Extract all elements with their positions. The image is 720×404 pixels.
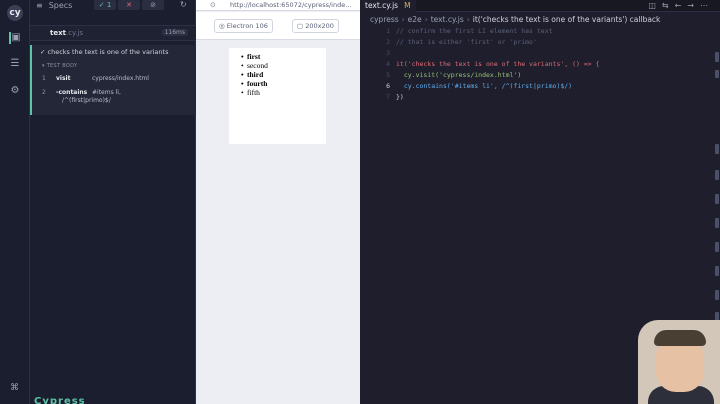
browser-toolbar: ◎ Electron 106 ▢ 200x200: [196, 12, 360, 40]
test-body-label: ▾ TEST BODY: [42, 63, 78, 69]
line-number: 4: [386, 60, 390, 68]
back-icon: ←: [674, 1, 688, 10]
passed-count-badge: ✓ 1: [94, 0, 116, 10]
code-line[interactable]: // confirm the first LI element has text: [396, 27, 553, 35]
command-arg-regex: /^(first|primo)$/: [62, 97, 111, 104]
code-editor: text.cy.js M ◫⇆←→⋯ cypress › e2e › text.cy.js…: [360, 0, 720, 404]
line-number: 6: [386, 82, 390, 90]
browser-selector[interactable]: ◎ Electron 106: [214, 19, 273, 33]
spec-file-row[interactable]: text.cy.js 116ms: [30, 25, 196, 41]
code-line-current[interactable]: cy.contains('#items li', /^(first|primo)…: [396, 82, 572, 90]
url-bar[interactable]: ⊙ http://localhost:65072/cypress/inde...: [196, 0, 360, 11]
list-item: fourth: [241, 79, 268, 88]
brand-watermark: Cypress: [34, 396, 86, 404]
selector-playground-icon[interactable]: ⊙: [210, 1, 216, 9]
list-item: third: [241, 70, 268, 79]
webcam-overlay: [638, 320, 720, 404]
scroll-marker: [715, 144, 719, 154]
list-item: first: [241, 52, 268, 61]
code-line[interactable]: }): [396, 93, 404, 101]
menu-icon[interactable]: ≡: [36, 1, 43, 10]
scroll-marker: [715, 266, 719, 276]
keyboard-shortcuts-icon[interactable]: ⌘: [10, 383, 19, 393]
aut-iframe: first second third fourth fifth: [229, 48, 326, 144]
scroll-marker: [715, 194, 719, 204]
editor-tabs: text.cy.js M ◫⇆←→⋯: [360, 0, 720, 12]
test-title: ✓ checks the text is one of the variants: [40, 48, 169, 56]
scroll-marker: [715, 218, 719, 228]
line-number: 1: [386, 27, 390, 35]
line-number: 5: [386, 71, 390, 79]
split-editor-icon: ◫: [648, 1, 662, 10]
line-number: 7: [386, 93, 390, 101]
line-number: 2: [386, 38, 390, 46]
more-icon: ⋯: [700, 1, 714, 10]
list-item: second: [241, 61, 268, 70]
scroll-marker: [715, 242, 719, 252]
spec-duration: 116ms: [161, 29, 188, 36]
scroll-marker: [715, 70, 719, 78]
editor-actions[interactable]: ◫⇆←→⋯: [648, 1, 714, 10]
specs-nav-icon[interactable]: ▣: [9, 32, 21, 44]
breadcrumb[interactable]: cypress › e2e › text.cy.js › it('checks the te…: [370, 15, 660, 24]
runs-nav-icon[interactable]: ☰: [9, 58, 21, 70]
forward-icon: →: [687, 1, 700, 10]
command-log-panel: ≡ Specs ✓ 1 ✕ ⊘ ↻ text.cy.js 116ms ✓ che…: [30, 0, 196, 404]
code-line[interactable]: // that is either 'first' or 'primo': [396, 38, 537, 46]
scroll-marker: [715, 290, 719, 300]
spec-file-name: text.cy.js: [50, 29, 84, 37]
list-item: fifth: [241, 88, 268, 97]
failed-count-badge: ✕: [118, 0, 140, 10]
test-item[interactable]: ✓ checks the text is one of the variants…: [30, 45, 196, 115]
app-under-test-panel: ⊙ http://localhost:65072/cypress/inde...…: [196, 0, 360, 404]
viewport-size[interactable]: ▢ 200x200: [292, 19, 339, 33]
command-row[interactable]: 2 -contains #items li,: [42, 89, 121, 96]
specs-label: Specs: [48, 1, 73, 10]
aut-url: http://localhost:65072/cypress/inde...: [230, 1, 352, 9]
settings-gear-icon[interactable]: ⚙: [9, 85, 21, 97]
tab-text-cy-js[interactable]: text.cy.js M: [360, 0, 416, 12]
open-changes-icon: ⇆: [661, 1, 675, 10]
pending-count-badge: ⊘: [142, 0, 164, 10]
rerun-icon[interactable]: ↻: [180, 0, 187, 9]
test-stats: ✓ 1 ✕ ⊘: [94, 0, 164, 11]
cypress-logo-icon: cy: [7, 5, 23, 21]
sidebar-nav: cy ▣ ☰ ⚙ ⌘: [0, 0, 30, 404]
line-number: 3: [386, 49, 390, 57]
scroll-marker: [715, 52, 719, 62]
command-row[interactable]: 1 visit cypress/index.html: [42, 75, 149, 82]
scroll-marker: [715, 170, 719, 180]
items-list: first second third fourth fifth: [241, 52, 268, 97]
code-line[interactable]: cy.visit('cypress/index.html'): [396, 71, 521, 79]
code-line[interactable]: it('checks the text is one of the varian…: [396, 60, 600, 68]
